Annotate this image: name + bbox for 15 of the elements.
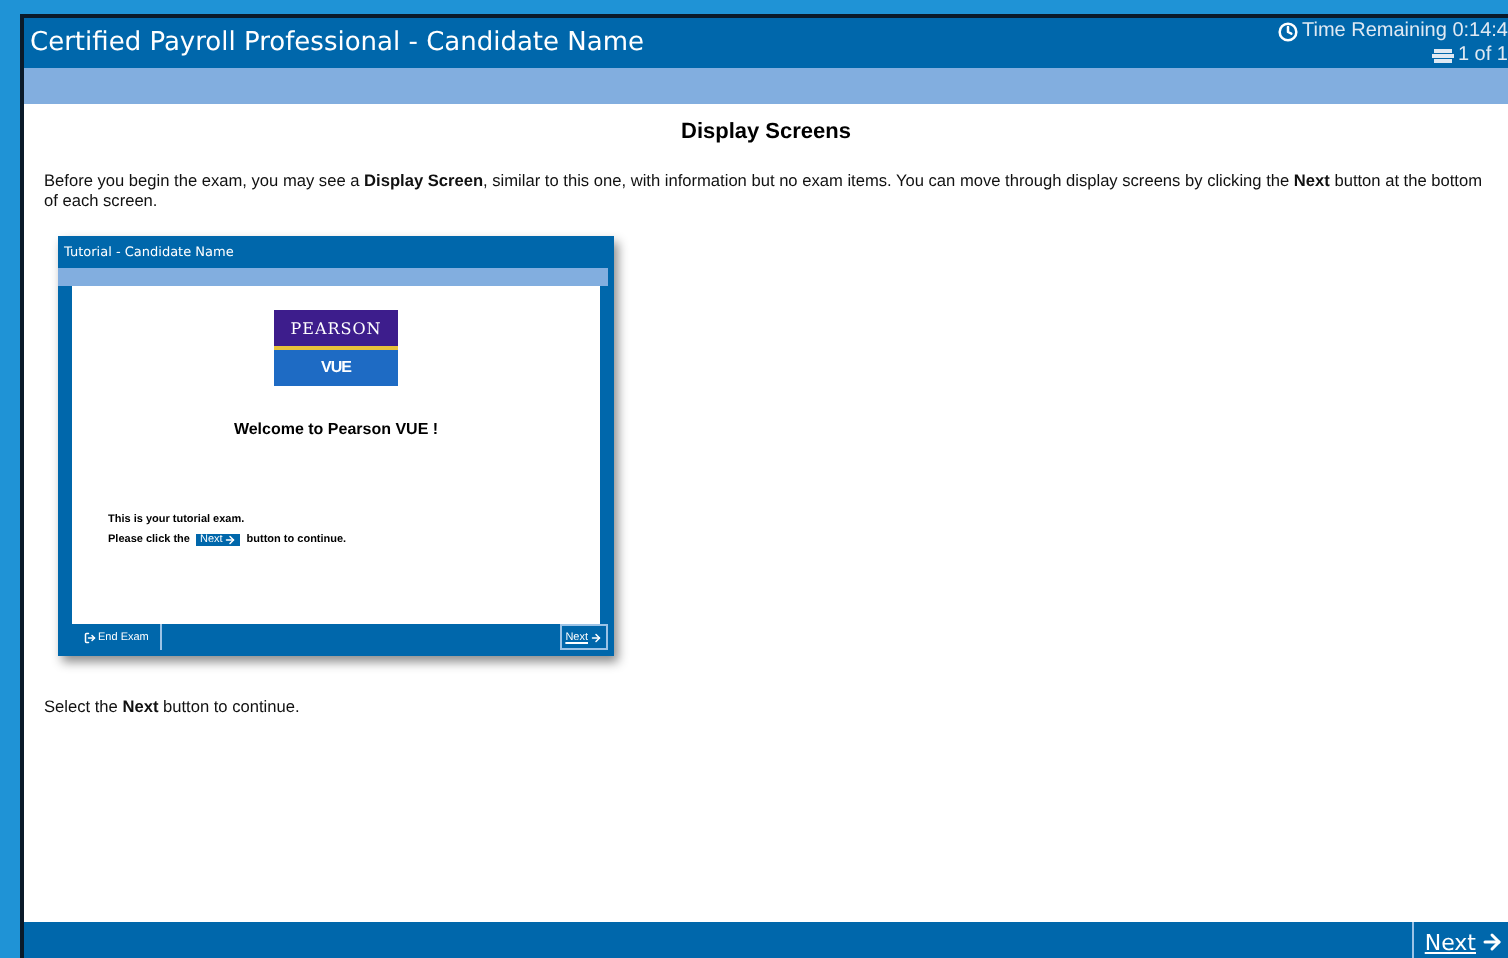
clock-icon bbox=[1277, 22, 1298, 42]
stack-icon bbox=[1431, 48, 1454, 64]
exit-icon bbox=[84, 631, 96, 643]
logo-top-text: PEARSON bbox=[290, 320, 382, 338]
window-title: Certified Payroll Professional - Candidate Name bbox=[30, 28, 645, 58]
intro-paragraph: Before you begin the exam, you may see a Display Screen, similar to this one, with information but no exam items. You can move through display screens by clicking the Next button at the bottom of each screen. bbox=[44, 170, 1485, 210]
page-heading: Display Screens bbox=[679, 120, 853, 144]
logo-bottom-text: VUE bbox=[321, 358, 351, 376]
arrow-icon bbox=[590, 631, 602, 643]
welcome-text: Welcome to Pearson VUE ! bbox=[233, 420, 439, 438]
time-remaining: Time Remaining 0:14:4 bbox=[1301, 20, 1508, 44]
instruction-text: Select the Next button to continue. bbox=[44, 696, 302, 716]
arrow-icon bbox=[224, 534, 237, 546]
page-counter: 1 of 1 bbox=[1457, 44, 1508, 68]
arrow-icon bbox=[1480, 930, 1504, 954]
